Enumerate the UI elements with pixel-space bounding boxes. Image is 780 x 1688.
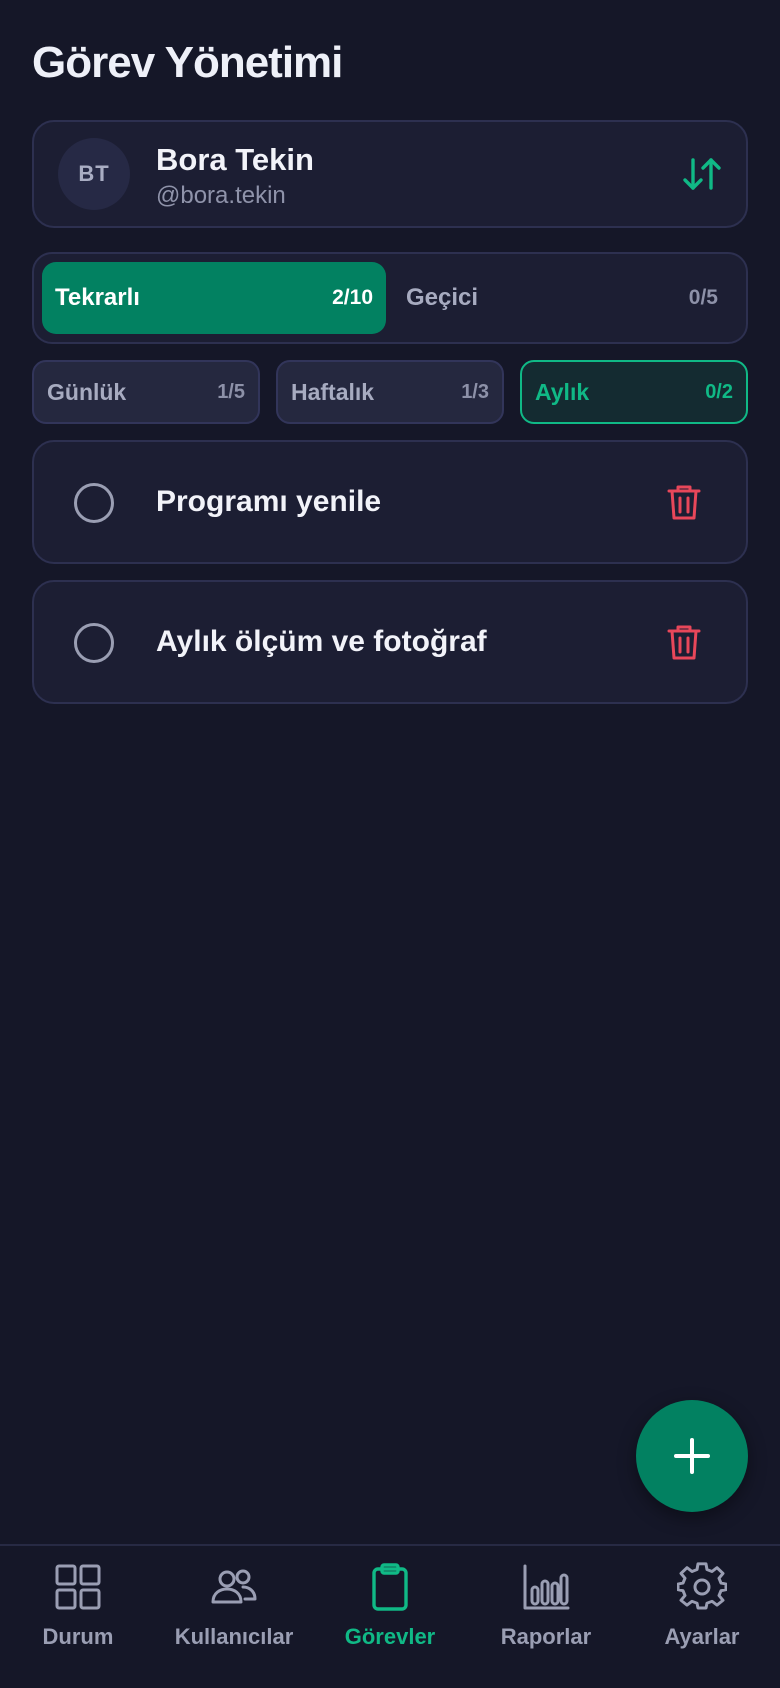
tab-label: Ayarlar [664, 1624, 740, 1649]
tab-kullanicilar[interactable]: Kullanıcılar [156, 1546, 312, 1688]
task-item: Aylık ölçüm ve fotoğraf [32, 580, 748, 704]
avatar: BT [58, 138, 130, 210]
bottom-tab-bar: Durum Kullanıcılar Görevler Raporlar Aya… [0, 1544, 780, 1688]
tab-gorevler[interactable]: Görevler [312, 1546, 468, 1688]
filter-count: 0/2 [705, 380, 733, 403]
period-filter-chips: Günlük 1/5 Haftalık 1/3 Aylık 0/2 [32, 360, 748, 424]
add-task-button[interactable] [636, 1400, 748, 1512]
filter-weekly[interactable]: Haftalık 1/3 [276, 360, 504, 424]
task-management-screen: Görev Yönetimi BT Bora Tekin @bora.tekin… [0, 0, 780, 1688]
task-type-segmented-control: Tekrarlı 2/10 Geçici 0/5 [32, 252, 748, 344]
page-title: Görev Yönetimi [32, 38, 343, 87]
tab-label: Kullanıcılar [174, 1624, 294, 1649]
filter-count: 1/5 [217, 380, 245, 403]
tab-label: Durum [42, 1624, 114, 1649]
task-title: Programı yenile [156, 485, 382, 518]
segment-count: 2/10 [332, 286, 373, 309]
segment-count: 0/5 [688, 286, 718, 309]
grid-icon [55, 1564, 101, 1610]
trash-icon [667, 625, 701, 660]
plus-icon [674, 1438, 710, 1474]
user-name: Bora Tekin [156, 142, 314, 177]
settings-icon [677, 1562, 727, 1610]
switch-user-button[interactable] [680, 152, 724, 196]
filter-label: Günlük [47, 378, 127, 405]
segment-label: Geçici [406, 284, 479, 311]
filter-count: 1/3 [461, 380, 489, 403]
filter-label: Haftalık [291, 378, 375, 405]
tab-ayarlar[interactable]: Ayarlar [624, 1546, 780, 1688]
filter-label: Aylık [535, 378, 590, 405]
task-checkbox[interactable] [74, 623, 114, 663]
filter-daily[interactable]: Günlük 1/5 [32, 360, 260, 424]
tab-label: Görevler [344, 1624, 436, 1649]
swap-vertical-icon [683, 158, 721, 190]
bar-chart-icon [523, 1564, 570, 1610]
user-handle: @bora.tekin [156, 182, 286, 209]
users-icon [211, 1569, 257, 1604]
clipboard-icon [372, 1563, 408, 1611]
segment-label: Tekrarlı [55, 284, 140, 311]
task-item: Programı yenile [32, 440, 748, 564]
task-checkbox[interactable] [74, 483, 114, 523]
segment-temporary[interactable]: Geçici 0/5 [394, 262, 738, 334]
tab-raporlar[interactable]: Raporlar [468, 1546, 624, 1688]
user-card[interactable]: BT Bora Tekin @bora.tekin [32, 120, 748, 228]
delete-task-button[interactable] [666, 482, 702, 522]
delete-task-button[interactable] [666, 622, 702, 662]
tab-label: Raporlar [500, 1624, 592, 1649]
task-title: Aylık ölçüm ve fotoğraf [156, 625, 487, 658]
tab-durum[interactable]: Durum [0, 1546, 156, 1688]
filter-monthly[interactable]: Aylık 0/2 [520, 360, 748, 424]
segment-recurring[interactable]: Tekrarlı 2/10 [42, 262, 386, 334]
trash-icon [667, 485, 701, 520]
